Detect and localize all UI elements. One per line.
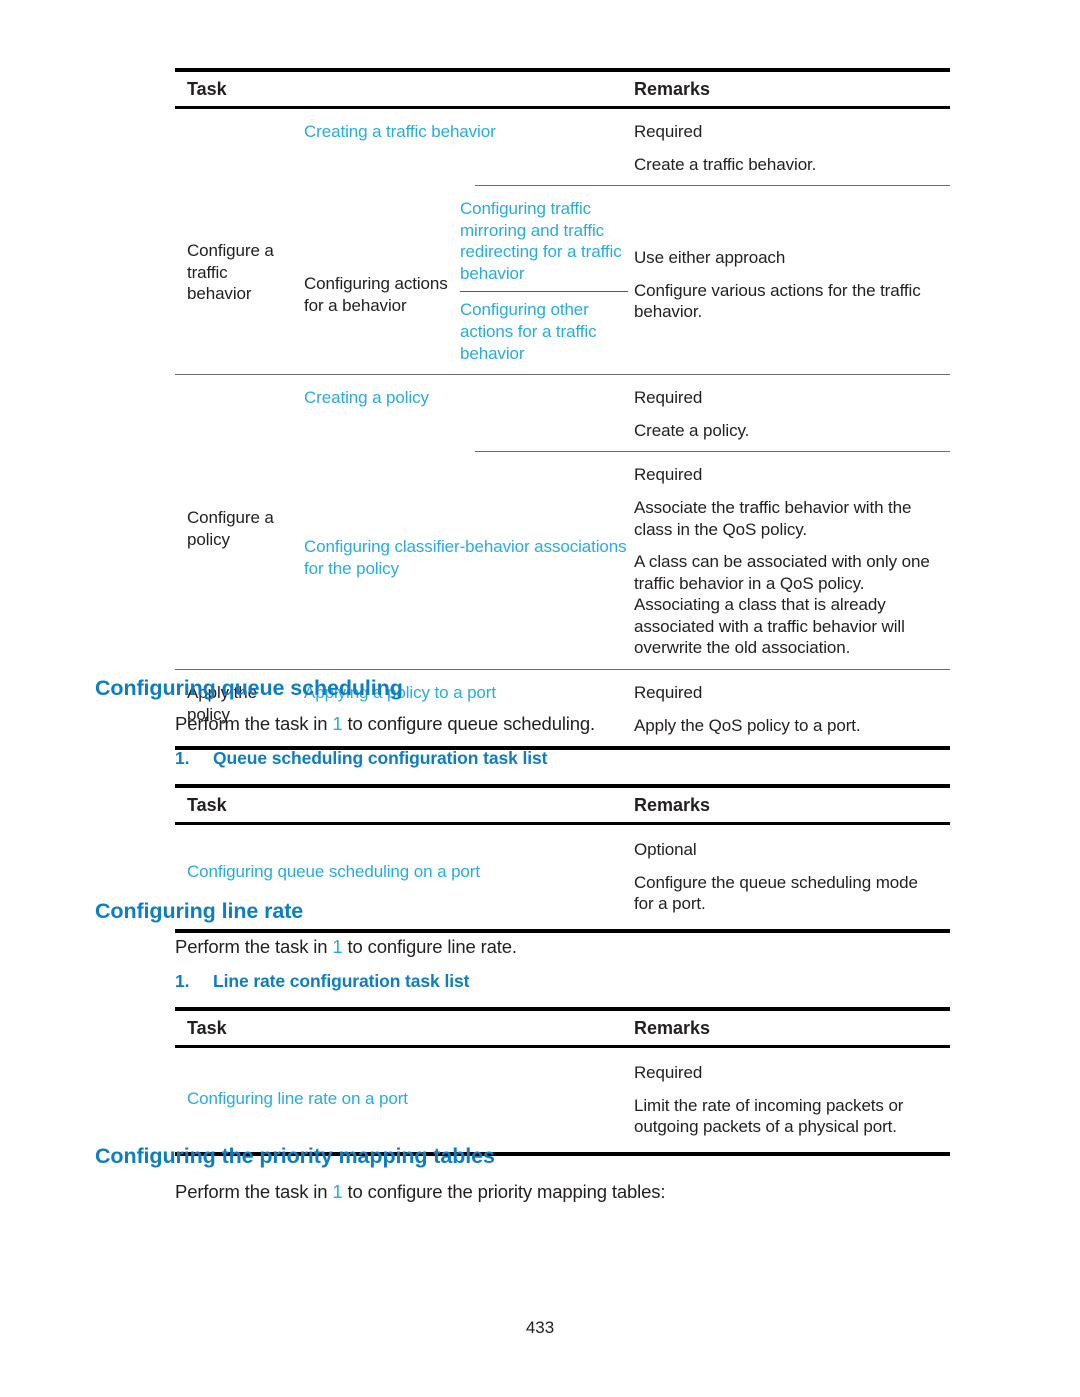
remark-detail: Limit the rate of incoming packets or ou… [634,1095,904,1137]
inner-divider [460,291,628,293]
list-label: Queue scheduling configuration task list [213,748,548,768]
intro-line-rate: Perform the task in 1 to configure line … [175,936,517,958]
table-row: Creating a traffic behavior Required Cre… [175,109,950,185]
list-heading-line-rate-task-list: 1. Line rate configuration task list [175,971,469,992]
task-link-cell: Configuring line rate on a port [175,1048,634,1152]
remarks-cell: Optional Configure the queue scheduling … [634,825,950,929]
list-number: 1. [175,971,190,991]
intro-text-after: to configure line rate. [342,936,517,957]
remark-detail: Apply the QoS policy to a port. [634,715,861,735]
table-row: Configure a traffic behavior Configuring… [175,186,950,374]
remark-use-either-approach: Use either approach [634,248,786,268]
task-group-cell: Configure a traffic behavior [175,186,300,374]
list-heading-queue-scheduling-task-list: 1. Queue scheduling configuration task li… [175,748,547,769]
intro-text-after: to configure queue scheduling. [342,713,596,734]
group-label-configure-a-policy: Configure a policy [187,508,274,549]
remark-associate-behavior: Associate the traffic behavior with the … [634,497,912,539]
task-group-cell: Configure a policy [175,452,300,669]
link-creating-a-traffic-behavior[interactable]: Creating a traffic behavior [304,121,628,143]
link-configuring-line-rate-on-a-port[interactable]: Configuring line rate on a port [187,1088,624,1110]
cross-reference-link[interactable]: 1 [332,936,342,957]
list-label: Line rate configuration task list [213,971,470,991]
link-configuring-other-actions[interactable]: Configuring other actions for a traffic … [460,299,628,374]
intro-text-before: Perform the task in [175,713,333,734]
page-number: 433 [525,1318,555,1337]
remark-detail: Create a policy. [634,420,750,440]
column-header-remarks: Remarks [634,795,711,815]
remark-detail: Create a traffic behavior. [634,154,817,174]
table-header-row: Task Remarks [175,788,950,822]
remark-detail: Configure the queue scheduling mode for … [634,872,918,914]
cross-reference-link[interactable]: 1 [332,713,342,734]
table-row: Configuring line rate on a port Required… [175,1048,950,1152]
heading-configuring-queue-scheduling: Configuring queue scheduling [95,676,403,700]
remark-required: Required [634,388,703,408]
task-links-cell: Configuring traffic mirroring and traffi… [460,186,634,374]
column-header-remarks: Remarks [634,79,711,99]
link-creating-a-policy[interactable]: Creating a policy [304,387,628,409]
intro-priority-mapping: Perform the task in 1 to configure the p… [175,1181,665,1203]
intro-text-before: Perform the task in [175,1181,333,1202]
column-header-task: Task [187,795,227,815]
column-header-remarks: Remarks [634,1018,711,1038]
intro-text-before: Perform the task in [175,936,333,957]
group-label-configure-a-traffic-behavior: Configure a traffic behavior [187,241,274,304]
remarks-cell: Required Associate the traffic behavior … [634,452,950,669]
link-configuring-classifier-behavior-associations[interactable]: Configuring classifier-behavior associat… [304,536,628,579]
intro-queue-scheduling: Perform the task in 1 to configure queue… [175,713,595,735]
task-subgroup-cell: Configuring actions for a behavior [300,186,460,374]
remark-required: Required [634,682,703,702]
subgroup-label-configuring-actions-for-a-behavior: Configuring actions for a behavior [304,274,448,315]
column-header-task: Task [187,79,227,99]
table-bottom-rule [175,928,950,933]
task-link-cell: Configuring classifier-behavior associat… [300,452,634,669]
remark-required: Required [634,122,703,141]
line-rate-task-table: Task Remarks Configuring line rate on a … [175,1007,950,1156]
table-row: Creating a policy Required Create a poli… [175,375,950,451]
heading-configuring-line-rate: Configuring line rate [95,899,304,923]
table-row: Configure a policy Configuring classifie… [175,452,950,669]
qos-configuration-task-table: Task Remarks Creating a traffic behavior… [175,68,950,751]
table-header-row: Task Remarks [175,1011,950,1045]
remark-optional: Optional [634,840,697,859]
table-header-row: Task Remarks [175,72,950,106]
list-number: 1. [175,748,190,768]
intro-text-after: to configure the priority mapping tables… [342,1181,666,1202]
remark-required: Required [634,1063,703,1082]
row-group-spacer [175,109,300,185]
remark-class-association-rule: A class can be associated with only one … [634,552,930,658]
cross-reference-link[interactable]: 1 [332,1181,342,1202]
link-configuring-traffic-mirroring-and-redirecting[interactable]: Configuring traffic mirroring and traffi… [460,186,628,284]
row-group-spacer [175,375,300,451]
column-header-task: Task [187,1018,227,1038]
remarks-cell: Use either approach Configure various ac… [634,186,950,374]
document-page: Task Remarks Creating a traffic behavior… [0,0,1080,1397]
remark-required: Required [634,465,703,485]
link-configuring-queue-scheduling-on-a-port[interactable]: Configuring queue scheduling on a port [187,861,624,883]
task-link-cell: Creating a traffic behavior [300,109,634,185]
remark-detail: Configure various actions for the traffi… [634,280,921,322]
remarks-cell: Required Limit the rate of incoming pack… [634,1048,950,1152]
remarks-cell: Required Apply the QoS policy to a port. [634,670,950,746]
task-link-cell: Creating a policy [300,375,634,451]
remarks-cell: Required Create a policy. [634,375,950,451]
remarks-cell: Required Create a traffic behavior. [634,109,950,185]
heading-configuring-the-priority-mapping-tables: Configuring the priority mapping tables [95,1144,495,1168]
